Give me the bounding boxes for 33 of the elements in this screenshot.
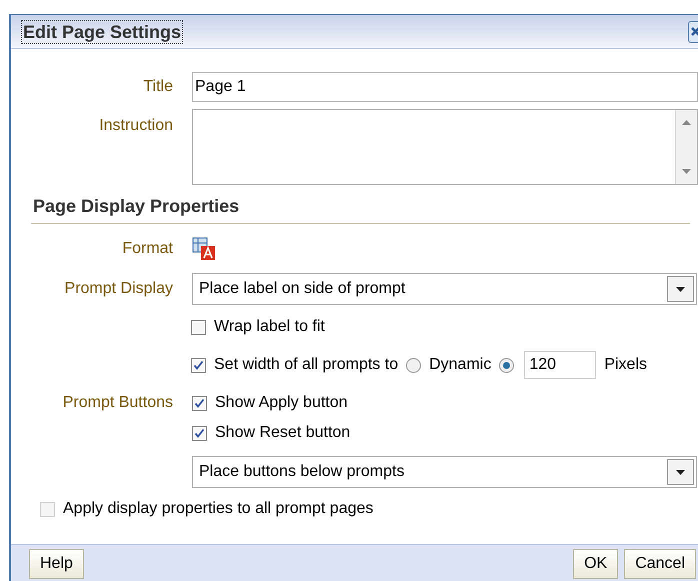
close-icon[interactable]	[688, 20, 698, 42]
field-label: Prompt Buttons	[62, 393, 173, 413]
section-heading: Page Display Properties	[32, 195, 240, 218]
scrollbar[interactable]	[675, 110, 697, 184]
radio-button[interactable]	[406, 358, 422, 372]
checkbox-label: Wrap label to fit	[214, 317, 325, 337]
checkbox-label: Set width of all prompts to	[214, 355, 398, 375]
scroll-down-icon[interactable]	[682, 169, 691, 174]
radio-button[interactable]	[499, 358, 514, 372]
field-label: Format	[121, 239, 173, 259]
dialog-button[interactable]: OK	[573, 548, 618, 578]
format-icon[interactable]	[192, 237, 216, 261]
field-label: Instruction	[98, 116, 173, 136]
instruction-field[interactable]	[192, 109, 698, 185]
dropdown[interactable]: Place buttons below prompts	[192, 456, 697, 488]
checkbox[interactable]	[191, 358, 206, 372]
radio-label: Dynamic	[429, 355, 492, 375]
window-title: Edit Page Settings	[21, 20, 184, 44]
checkbox[interactable]	[192, 426, 207, 440]
checkbox-label: Apply display properties to all prompt pages	[63, 499, 374, 519]
checkbox-label: Show Apply button	[215, 393, 348, 413]
dropdown[interactable]: Place label on side of prompt	[192, 273, 697, 305]
checkbox-label: Show Reset button	[215, 423, 350, 443]
title-field[interactable]: Page 1	[192, 72, 698, 102]
dialog-button[interactable]: Cancel	[624, 548, 696, 578]
help-button[interactable]: Help	[29, 548, 84, 578]
scroll-up-icon[interactable]	[682, 120, 691, 125]
field-label: Prompt Display	[64, 279, 173, 299]
unit-label: Pixels	[604, 355, 648, 375]
field-label: Title	[142, 77, 173, 97]
width-field[interactable]: 120	[524, 351, 596, 379]
checkbox[interactable]	[192, 396, 207, 410]
checkbox[interactable]	[191, 320, 206, 334]
